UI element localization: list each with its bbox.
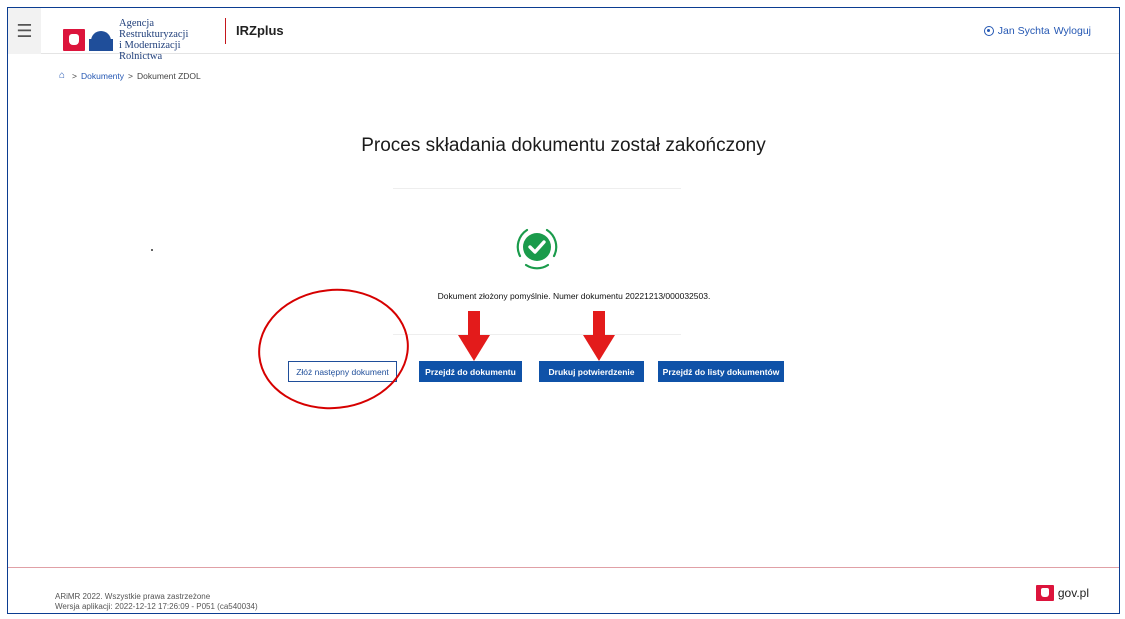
- breadcrumb-dokumenty[interactable]: Dokumenty: [81, 71, 124, 81]
- app-title: IRZplus: [236, 23, 284, 38]
- copyright-text: ARiMR 2022. Wszystkie prawa zastrzeżone: [55, 592, 211, 601]
- user-menu: Jan Sychta Wyloguj: [983, 25, 1091, 37]
- hamburger-icon: ☰: [16, 20, 33, 41]
- print-confirmation-button[interactable]: Drukuj potwierdzenie: [539, 361, 644, 382]
- app-window: ☰ Agencja Restrukturyzacji i Modernizacj…: [7, 7, 1120, 614]
- hamburger-menu-button[interactable]: ☰: [8, 8, 41, 54]
- top-bar: ☰ Agencja Restrukturyzacji i Modernizacj…: [8, 8, 1119, 62]
- version-text: Wersja aplikacji: 2022-12-12 17:26:09 - …: [55, 602, 258, 611]
- user-icon: [983, 26, 994, 36]
- go-to-document-button[interactable]: Przejdź do dokumentu: [419, 361, 522, 382]
- success-message: Dokument złożony pomyślnie. Numer dokume…: [437, 291, 711, 301]
- divider-bottom: [393, 334, 681, 335]
- breadcrumb-separator: >: [128, 70, 133, 81]
- footer-divider: [8, 567, 1119, 568]
- breadcrumb-current: Dokument ZDOL: [136, 70, 201, 81]
- logout-link[interactable]: Wyloguj: [1054, 25, 1091, 37]
- arimr-logo[interactable]: Agencja Restrukturyzacji i Modernizacji …: [63, 18, 223, 62]
- arimr-emblem-icon: [89, 29, 113, 51]
- divider-top: [393, 188, 681, 189]
- header-divider: [225, 18, 226, 44]
- home-icon[interactable]: ⌂: [59, 70, 65, 81]
- footer-info: ARiMR 2022. Wszystkie prawa zastrzeżone …: [55, 592, 258, 612]
- polish-eagle-icon: [63, 29, 85, 51]
- go-to-document-list-button[interactable]: Przejdź do listy dokumentów: [658, 361, 784, 382]
- annotation-arrow-down-icon: [583, 311, 615, 361]
- gov-pl-label: gov.pl: [1057, 586, 1089, 600]
- polish-eagle-icon: [1035, 585, 1054, 601]
- agency-name: Agencja Restrukturyzacji i Modernizacji …: [119, 18, 189, 62]
- stray-dot: [151, 249, 153, 251]
- breadcrumb-separator: >: [72, 70, 78, 81]
- check-circle-icon: [516, 228, 558, 270]
- gov-pl-link[interactable]: gov.pl: [1035, 585, 1089, 601]
- user-name[interactable]: Jan Sychta: [998, 25, 1050, 37]
- annotation-arrow-down-icon: [458, 311, 490, 361]
- breadcrumb: ⌂ > Dokumenty > Dokument ZDOL: [59, 70, 201, 81]
- annotation-circle: [252, 281, 415, 417]
- page-title: Proces składania dokumentu został zakońc…: [361, 135, 766, 156]
